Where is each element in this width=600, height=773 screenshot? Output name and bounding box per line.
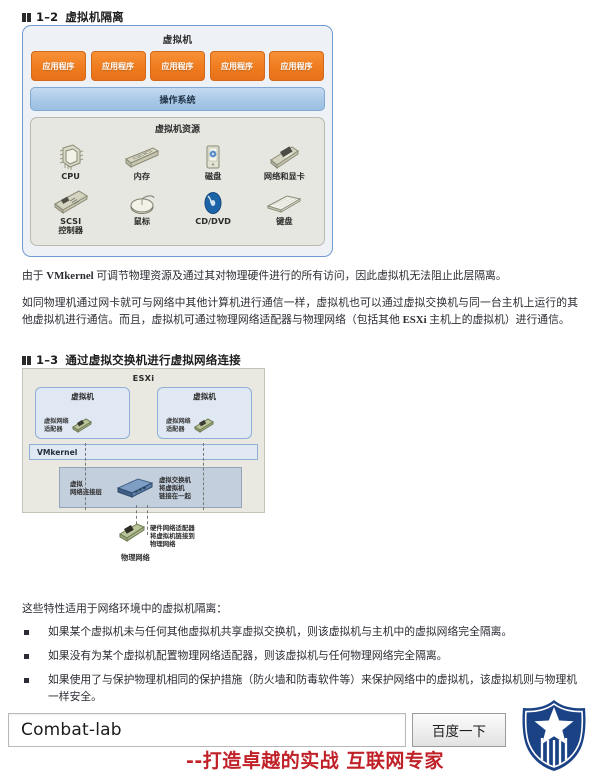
resource-label: 鼠标 [133,215,151,226]
resource-label: CPU [61,171,80,181]
resource-disk: 磁盘 [178,137,249,182]
application-box: 应用程序 [31,51,86,81]
resource-cpu: CPU [35,137,106,182]
disk-icon [204,140,222,170]
application-box: 应用程序 [209,51,265,81]
virtual-nic-label: 虚拟网络 适配器 [44,418,69,433]
application-row: 应用程序 应用程序 应用程序 应用程序 应用程序 [30,51,325,81]
connector-line [85,443,86,510]
resource-label: SCSI 控制器 [58,215,83,235]
operating-system-box: 操作系统 [30,87,325,111]
virtual-switch-label: 虚拟交换机 将虚拟机 链接在一起 [158,475,191,500]
vm-card-row: 虚拟机 虚拟网络 适配器 虚拟机 虚拟网络 适配器 [29,387,258,439]
list-item-text: 如果某个虚拟机未与任何其他虚拟机共享虚拟交换机，则该虚拟机与主机中的虚拟网络完全… [48,626,513,638]
search-input[interactable]: Combat-lab [8,713,406,747]
virtual-network-layer: 虚拟 网络连接层 虚拟交换机 将虚拟机 链接在一起 [59,467,242,508]
physical-adapter-row: 硬件网络适配器 将虚拟机链接到 物理网络 [118,522,288,549]
virtual-nic-group: 虚拟网络 适配器 [44,418,92,433]
vm-resources-title: 虚拟机资源 [154,125,200,135]
resource-memory: 内存 [106,137,177,182]
list-item-text: 如果没有为某个虚拟机配置物理网络适配器，则该虚拟机与任何物理网络完全隔离。 [48,650,448,662]
figure-1-2-title: 虚拟机隔离 [65,10,124,24]
figure-1-3-title: 通过虚拟交换机进行虚拟网络连接 [65,353,241,367]
scsi-controller-icon [53,185,89,215]
vm-card: 虚拟机 虚拟网络 适配器 [157,387,252,439]
figure-1-3-caption: 1–3 通过虚拟交换机进行虚拟网络连接 [22,352,241,368]
physical-network-label: 物理网络 [121,552,150,562]
resource-label: 内存 [133,171,151,181]
vm-frame-title: 虚拟机 [162,35,193,46]
resource-scsi-controller: SCSI 控制器 [35,182,106,236]
application-box: 应用程序 [269,51,324,81]
paragraph-vmkernel: 由于 VMkernel 可调节物理资源及通过其对物理硬件进行的所有访问，因此虚拟… [22,268,578,285]
figure-1-3-number: 1–3 [36,353,59,367]
keyboard-icon [265,185,303,215]
cddvd-icon [202,185,224,215]
search-button[interactable]: 百度一下 [412,713,506,747]
tagline-text: --打造卓越的实战 互联网专家 [186,750,444,772]
paragraph-1-bold-term: VMkernel [46,270,94,282]
connector-line [203,443,204,510]
resource-cddvd: CD/DVD [178,182,249,236]
virtual-nic-label: 虚拟网络 适配器 [166,418,191,433]
list-item: 如果没有为某个虚拟机配置物理网络适配器，则该虚拟机与任何物理网络完全隔离。 [24,648,578,665]
paragraph-1-rest: 可调节物理资源及通过其对物理硬件进行的所有访问，因此虚拟机无法阻止此层隔离。 [93,270,507,282]
network-video-card-icon [268,140,300,170]
list-item: 如果某个虚拟机未与任何其他虚拟机共享虚拟交换机，则该虚拟机与主机中的虚拟网络完全… [24,624,578,641]
virtual-network-adapter-icon [71,418,92,433]
resource-network-video-card: 网络和显卡 [249,137,320,182]
list-item: 如果使用了与保护物理机相同的保护措施（防火墙和防毒软件等）来保护网络中的虚拟机，… [24,672,578,705]
virtual-nic-group: 虚拟网络 适配器 [166,418,214,433]
figure-1-2-number: 1–2 [36,10,59,24]
document-page: 1–2 虚拟机隔离 虚拟机 应用程序 应用程序 应用程序 应用程序 应用程序 操… [0,0,600,773]
bullet-square-icon [24,654,29,659]
paragraph-1-prefix: 由于 [22,270,47,282]
figure-marker-icon [22,12,31,22]
shield-star-logo [516,698,592,773]
application-box: 应用程序 [150,51,205,81]
resource-keyboard: 键盘 [249,182,320,236]
vm-resources-panel: 虚拟机资源 CPU 内存 磁盘 网络和显卡 SCSI 控制器 鼠标 CD/DVD… [30,117,325,246]
esxi-label: ESXi [132,373,155,383]
figure-1-2-diagram: 虚拟机 应用程序 应用程序 应用程序 应用程序 应用程序 操作系统 虚拟机资源 [22,25,333,257]
list-item-text: 如果使用了与保护物理机相同的保护措施（防火墙和防毒软件等）来保护网络中的虚拟机，… [48,674,578,703]
figure-1-2-caption: 1–2 虚拟机隔离 [22,9,124,25]
hardware-network-adapter-icon [119,523,146,542]
vm-resources-grid: CPU 内存 磁盘 网络和显卡 SCSI 控制器 鼠标 CD/DVD 键盘 [35,137,320,236]
hardware-adapter-label: 硬件网络适配器 将虚拟机链接到 物理网络 [150,524,195,549]
vmkernel-bar: VMkernel [29,444,258,460]
vm-card-title: 虚拟机 [193,392,216,401]
figure-1-3-diagram: ESXi 虚拟机 虚拟网络 适配器 虚拟机 虚拟网络 适配器 VMkernel … [22,368,265,513]
figure-marker-icon [22,355,31,365]
vm-card: 虚拟机 虚拟网络 适配器 [35,387,130,439]
paragraph-network-comm: 如同物理机通过网卡就可与网络中其他计算机进行通信一样，虚拟机也可以通过虚拟交换机… [22,295,578,328]
search-input-value: Combat-lab [21,720,122,740]
virtual-network-adapter-icon [193,418,214,433]
resource-mouse: 鼠标 [106,182,177,236]
cpu-icon [58,140,84,170]
resource-label: 磁盘 [204,171,222,181]
bullet-square-icon [24,630,29,635]
physical-network-group: 硬件网络适配器 将虚拟机链接到 物理网络 物理网络 [118,522,288,563]
virtual-switch-icon [116,477,154,498]
list-intro: 这些特性适用于网络环境中的虚拟机隔离： [22,603,228,615]
vm-card-title: 虚拟机 [71,392,94,401]
application-box: 应用程序 [90,51,146,81]
resource-label: 键盘 [276,215,293,226]
resource-label: CD/DVD [195,215,231,226]
bullet-square-icon [24,678,29,683]
mouse-icon [127,185,157,215]
resource-label: 网络和显卡 [263,171,305,181]
memory-icon [124,140,160,170]
paragraph-2-bold-term: ESXi [402,313,427,326]
paragraph-2-part-b: 主机上的虚拟机）进行通信。 [426,313,570,326]
